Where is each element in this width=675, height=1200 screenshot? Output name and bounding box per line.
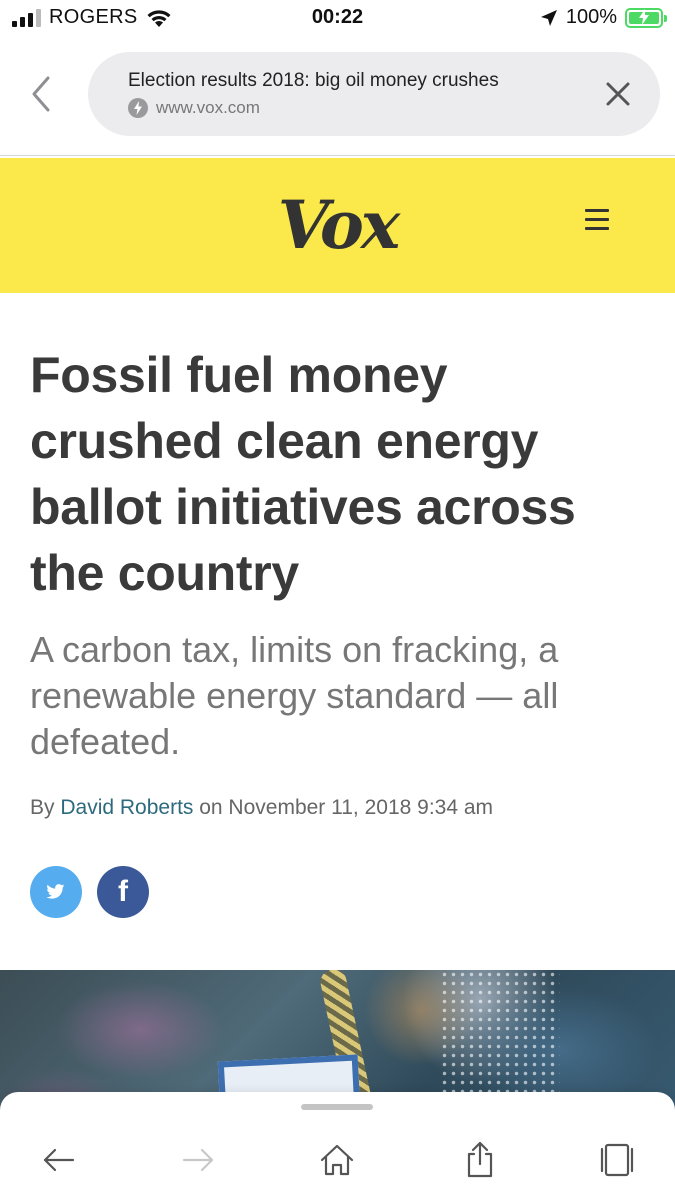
site-header: Vox [0,158,675,293]
toolbar-forward-icon[interactable] [178,1140,218,1180]
bottom-toolbar [0,1092,675,1200]
status-bar: ROGERS 00:22 100% [0,0,675,40]
byline-date: on November 11, 2018 9:34 am [193,796,494,819]
article-dek: A carbon tax, limits on fracking, a rene… [30,629,559,762]
article-headline: Fossil fuel money crushed clean energy b… [30,347,576,601]
home-icon[interactable] [317,1140,357,1180]
back-chevron-icon[interactable] [26,74,56,114]
sheet-grabber[interactable] [301,1104,373,1110]
byline: By David Roberts on November 11, 2018 9:… [30,796,493,820]
url-domain: www.vox.com [156,98,260,117]
browser-bar: Election results 2018: big oil money cru… [0,40,675,156]
twitter-share-button[interactable] [30,866,82,918]
author-link[interactable]: David Roberts [60,796,193,819]
twitter-icon [46,884,65,899]
status-right: 100% [540,6,667,29]
tabs-icon[interactable] [597,1140,637,1180]
location-arrow-icon [540,9,557,26]
vox-logo[interactable]: Vox [0,186,675,264]
battery-percent: 100% [565,6,617,28]
share-icon[interactable] [460,1140,500,1180]
close-icon[interactable] [604,80,632,108]
address-bar[interactable]: Election results 2018: big oil money cru… [88,52,660,136]
url-domain-row: www.vox.com [128,98,260,118]
facebook-share-button[interactable]: f [97,866,149,918]
amp-bolt-icon [128,98,148,118]
battery-icon [625,7,667,28]
byline-prefix: By [30,796,61,819]
hamburger-menu-icon[interactable] [585,209,609,231]
toolbar-back-icon[interactable] [39,1140,79,1180]
page-title: Election results 2018: big oil money cru… [128,70,548,92]
facebook-icon: f [118,875,128,908]
